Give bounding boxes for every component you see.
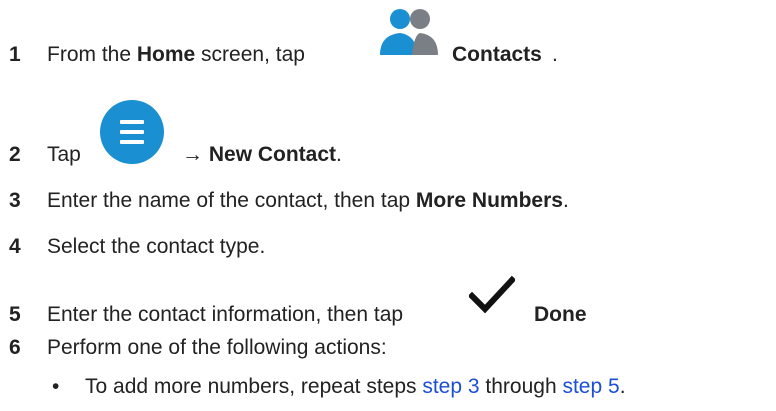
step-text: screen, tap bbox=[195, 43, 305, 66]
step-text: Tap bbox=[47, 143, 81, 166]
bullet-text: To add more numbers, repeat steps bbox=[85, 375, 423, 398]
contacts-icon bbox=[380, 9, 438, 55]
step-3-link[interactable]: step 3 bbox=[422, 375, 479, 398]
checkmark-icon bbox=[469, 275, 515, 314]
step-number: 5 bbox=[9, 303, 21, 326]
step-text: Perform one of the following actions: bbox=[47, 336, 387, 359]
arrow: → bbox=[182, 143, 209, 166]
step-text: From the bbox=[47, 43, 137, 66]
step-number: 6 bbox=[9, 336, 21, 359]
step-number: 1 bbox=[9, 43, 21, 66]
step-text: Enter the name of the contact, then tap bbox=[47, 189, 416, 212]
bullet-mark: • bbox=[52, 375, 60, 398]
step-5-link[interactable]: step 5 bbox=[562, 375, 619, 398]
more-numbers-label: More Numbers bbox=[415, 189, 563, 212]
step-text: Select the contact type. bbox=[47, 235, 266, 258]
step-number: 2 bbox=[9, 143, 21, 166]
step-number: 3 bbox=[9, 189, 21, 212]
step-text: Enter the contact information, then tap bbox=[47, 303, 404, 326]
menu-icon bbox=[100, 100, 164, 164]
contacts-label: Contacts bbox=[452, 43, 542, 66]
home-label: Home bbox=[136, 43, 196, 66]
new-contact-label: New Contact bbox=[208, 143, 337, 166]
step-number: 4 bbox=[9, 235, 21, 258]
done-label: Done bbox=[534, 303, 587, 326]
